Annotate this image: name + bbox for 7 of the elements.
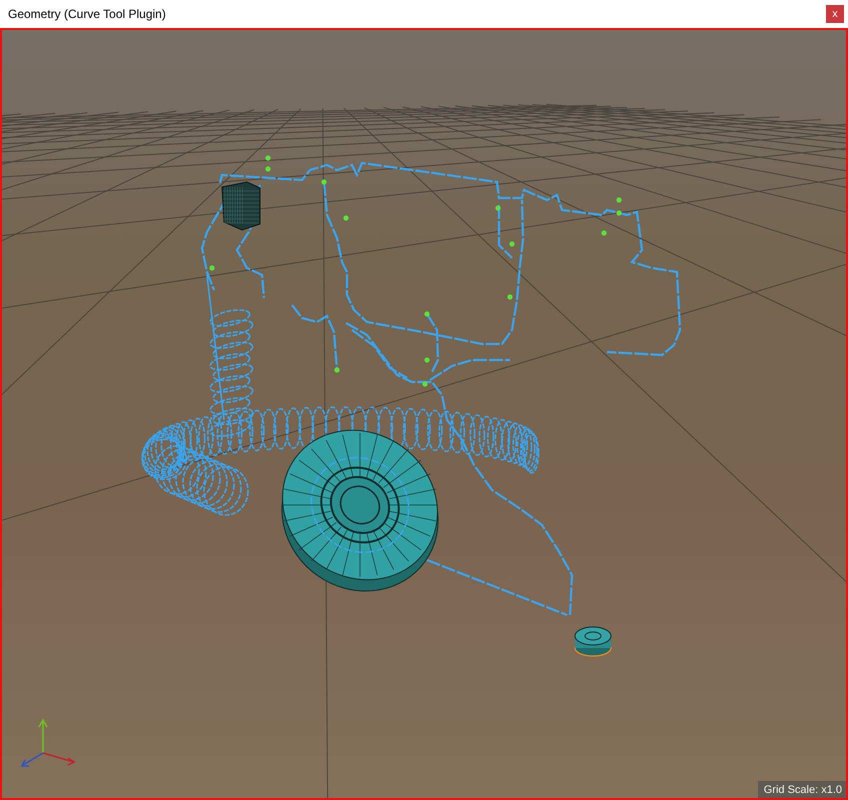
close-button[interactable]: x (826, 5, 844, 23)
grid-scale-label: Grid Scale: x1.0 (758, 781, 846, 798)
viewport[interactable]: Grid Scale: x1.0 (0, 28, 848, 800)
window-title: Geometry (Curve Tool Plugin) (8, 7, 166, 21)
box-mesh-drawing (221, 181, 260, 231)
axis-gizmo-icon (20, 718, 76, 767)
cylinder-mesh-drawing (574, 626, 612, 657)
